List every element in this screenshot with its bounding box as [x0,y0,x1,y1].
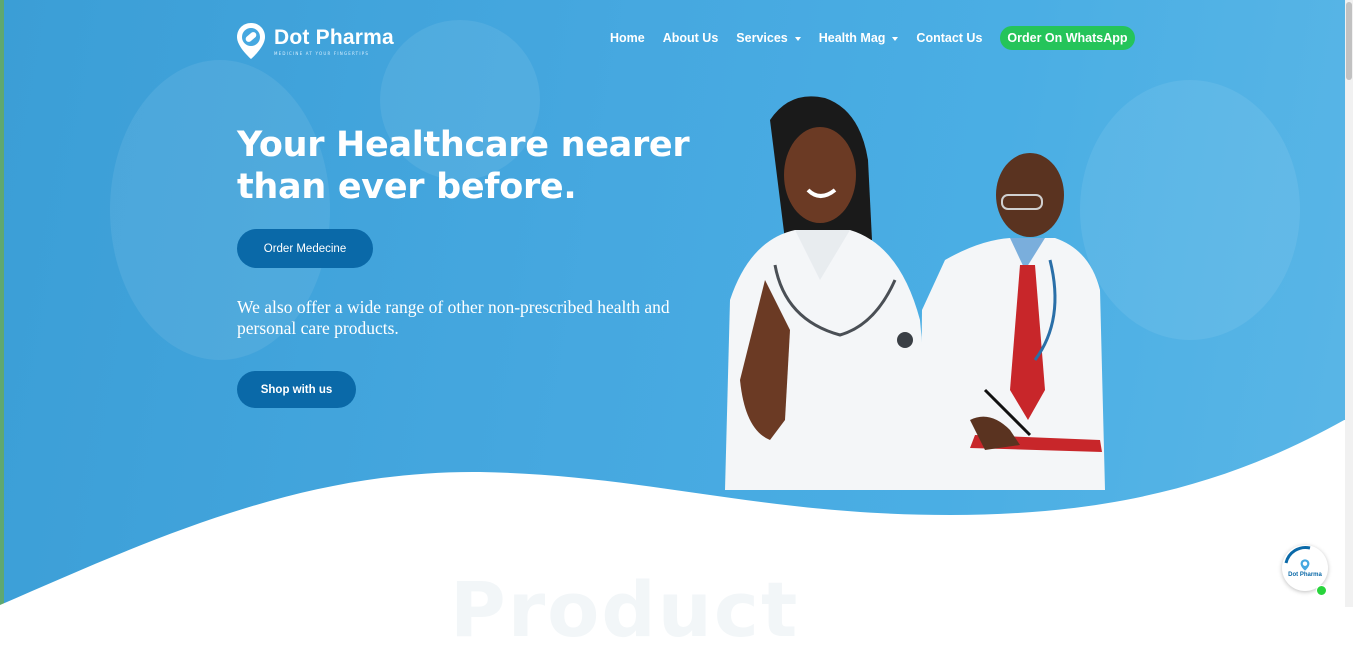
chevron-down-icon [892,36,899,41]
nav-about-us-label: About Us [662,31,719,45]
nav-contact-us[interactable]: Contact Us [916,26,982,50]
nav-services-label: Services [736,31,788,45]
nav-home[interactable]: Home [610,26,645,50]
nav-health-mag[interactable]: Health Mag [819,26,899,50]
chevron-down-icon [794,36,801,41]
main-navigation: Home About Us Services Health Mag Contac… [610,26,1135,50]
nav-about-us[interactable]: About Us [663,26,719,50]
online-status-dot [1316,585,1327,596]
hero-headline-line1: Your Healthcare nearer [237,125,690,165]
nav-services[interactable]: Services [736,26,801,50]
nav-home-label: Home [610,31,645,45]
nav-health-mag-label: Health Mag [818,31,886,45]
shop-with-us-button[interactable]: Shop with us [237,371,356,408]
chat-widget-button[interactable]: Dot Pharma [1282,545,1330,597]
site-logo[interactable]: Dot Pharma MEDICINE AT YOUR FINGERTIPS [236,22,394,60]
hero-headline: Your Healthcare nearer than ever before. [237,124,707,208]
logo-title: Dot Pharma [274,25,394,49]
logo-pin-icon [237,23,265,59]
logo-tagline: MEDICINE AT YOUR FINGERTIPS [274,50,370,56]
nav-contact-us-label: Contact Us [916,31,983,45]
scrollbar-thumb[interactable] [1346,2,1352,80]
order-medicine-button[interactable]: Order Medecine [237,229,373,268]
hero-headline-line2: than ever before. [237,167,577,207]
scrollbar[interactable] [1345,0,1353,607]
order-on-whatsapp-button[interactable]: Order On WhatsApp [1000,26,1135,50]
hero-subcopy: We also offer a wide range of other non-… [237,297,670,338]
section-heading-partial: Product [450,565,800,654]
